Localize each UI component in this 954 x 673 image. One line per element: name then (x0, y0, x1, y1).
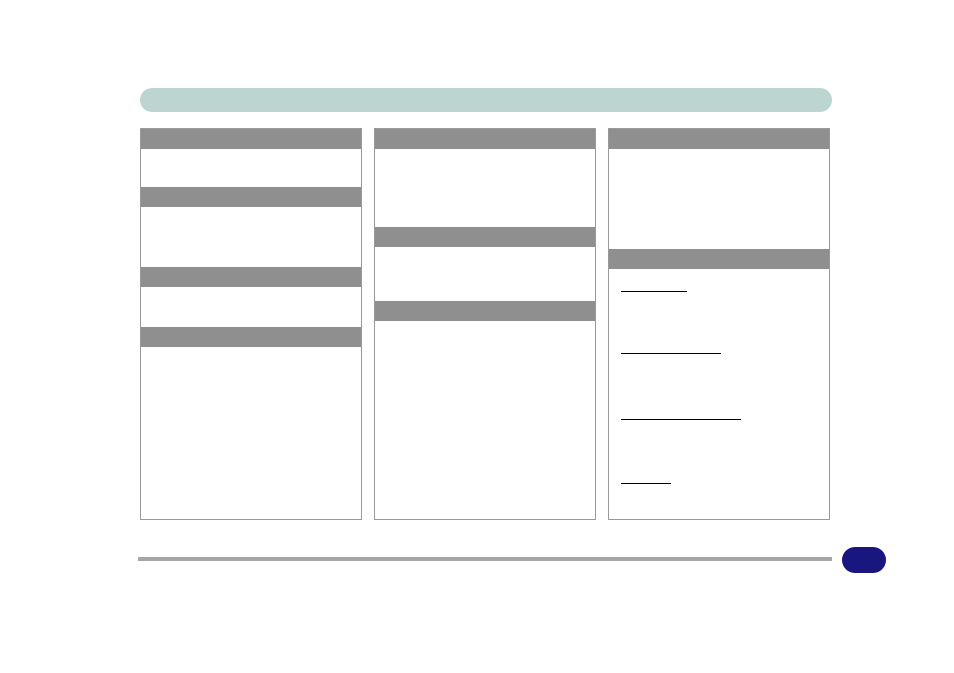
col2-section-3-body (375, 321, 595, 401)
col2-section-1-header (375, 129, 595, 149)
col1-section-1 (141, 129, 361, 187)
col2-section-1-body (375, 149, 595, 227)
col3-section-1-body (609, 149, 829, 249)
col1-section-3-header (141, 267, 361, 287)
column-2 (374, 128, 596, 520)
page-header-bar (140, 88, 832, 112)
column-1 (140, 128, 362, 520)
col1-section-3-body (141, 287, 361, 327)
col1-section-2-body (141, 207, 361, 267)
col2-section-2-body (375, 247, 595, 301)
col1-section-4-body (141, 347, 361, 425)
col1-section-4-header (141, 327, 361, 347)
col3-section-2-body (609, 269, 829, 519)
underline-rule (621, 483, 671, 484)
col2-section-1 (375, 129, 595, 227)
col1-section-2 (141, 187, 361, 267)
underline-rule (621, 291, 687, 292)
underline-rule (621, 419, 741, 420)
footer-rule (138, 557, 832, 561)
col1-section-1-body (141, 149, 361, 187)
col1-section-2-header (141, 187, 361, 207)
col1-section-4 (141, 327, 361, 425)
col2-section-2 (375, 227, 595, 301)
col3-section-1 (609, 129, 829, 249)
columns-container (140, 128, 832, 520)
column-3 (608, 128, 830, 520)
col3-section-2 (609, 249, 829, 519)
col1-section-1-header (141, 129, 361, 149)
col2-section-3-header (375, 301, 595, 321)
col2-section-2-header (375, 227, 595, 247)
page-number-badge (842, 547, 886, 573)
col1-section-3 (141, 267, 361, 327)
underline-rule (621, 353, 721, 354)
col3-section-1-header (609, 129, 829, 149)
col3-section-2-header (609, 249, 829, 269)
col2-section-3 (375, 301, 595, 401)
